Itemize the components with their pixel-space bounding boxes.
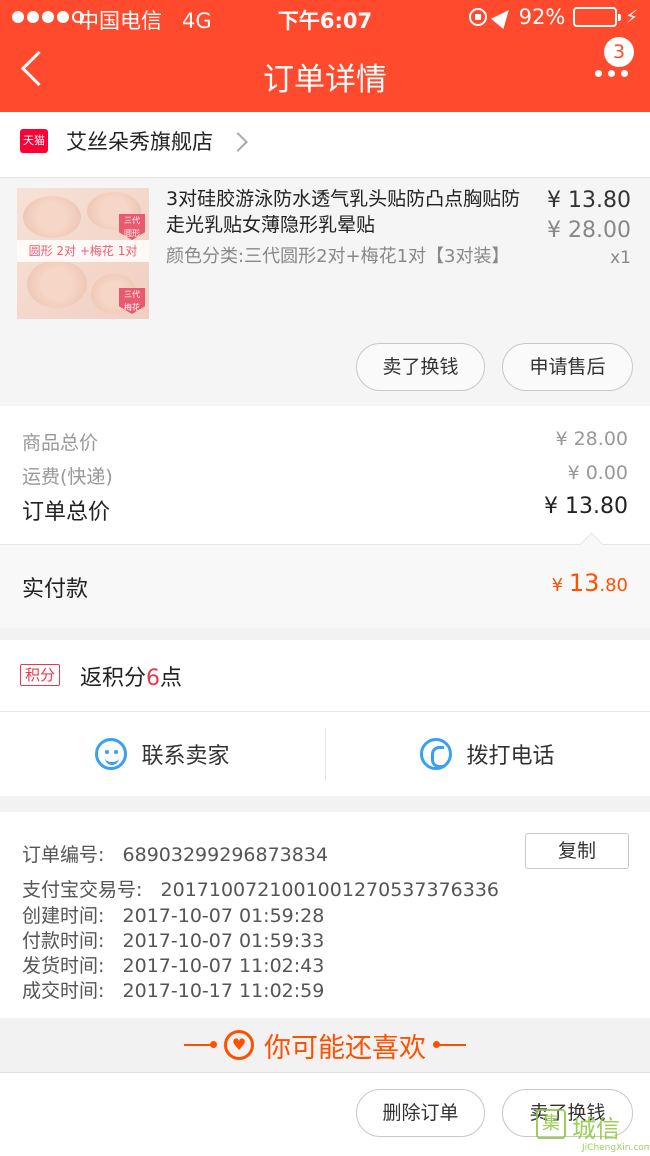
call-button[interactable]: 拨打电话 [325, 712, 650, 796]
points-text: 返积分6点 [80, 666, 183, 691]
order-no-label: 订单编号: [22, 844, 105, 866]
bottom-action-bar: 删除订单 卖了换钱 集 城信 JiChengXin.com [0, 1072, 650, 1156]
paid-amount: ¥ 13.80 [551, 569, 628, 597]
phone-icon [420, 738, 453, 770]
watermark: 集 城信 JiChengXin.com [536, 1107, 650, 1153]
points-tag: 积分 [20, 664, 61, 686]
contact-seller-button[interactable]: 联系卖家 [0, 712, 325, 796]
created-label: 创建时间: [22, 905, 105, 927]
order-total-value: ¥ 13.80 [544, 494, 628, 519]
status-bar: 中国电信 4G 下午6:07 92% ⚡ [0, 0, 650, 36]
order-no: 68903299296873834 [122, 844, 329, 866]
completed-time: 2017-10-17 11:02:59 [122, 980, 325, 1002]
product-price: ¥ 13.80 [547, 188, 631, 213]
shipped-label: 发货时间: [22, 955, 105, 977]
message-badge: 3 [604, 37, 634, 67]
product-image-tag: 三代 圆形 [119, 214, 145, 240]
delete-order-button[interactable]: 删除订单 [356, 1089, 485, 1137]
alipay-label: 支付宝交易号: [22, 879, 143, 901]
product-quantity: x1 [610, 248, 631, 268]
chat-icon [95, 738, 128, 770]
items-total-label: 商品总价 [22, 432, 99, 454]
decor-line [184, 1041, 217, 1048]
call-label: 拨打电话 [466, 744, 555, 769]
contact-row: 联系卖家 拨打电话 [0, 712, 650, 796]
shop-name: 艾丝朵秀旗舰店 [66, 130, 213, 154]
points-row: 积分 返积分6点 [0, 640, 650, 712]
charging-icon: ⚡ [625, 6, 638, 28]
sell-button[interactable]: 卖了换钱 [356, 343, 485, 391]
after-sale-button[interactable]: 申请售后 [502, 343, 633, 391]
recommend-title: 你可能还喜欢 [264, 1032, 426, 1064]
price-summary: 商品总价 ¥ 28.00 运费(快递) ¥ 0.00 订单总价 ¥ 13.80 实付款… [0, 406, 650, 628]
product-item[interactable]: 圆形 2对 +梅花 1对 三代 圆形 三代 梅花 3对硅胶游泳防水透气乳头贴防凸点胸… [0, 178, 650, 406]
page-title: 订单详情 [263, 62, 387, 98]
rotation-lock-icon [468, 8, 487, 26]
watermark-logo-icon: 集 [536, 1109, 566, 1139]
product-spec: 颜色分类:三代圆形2对+梅花1对【3对装】 [166, 246, 510, 267]
battery-icon [573, 7, 622, 27]
watermark-text: 城信 [572, 1115, 620, 1143]
created-time: 2017-10-07 01:59:28 [122, 905, 325, 927]
paid-row: 实付款 ¥ 13.80 [0, 544, 650, 628]
chevron-right-icon [228, 132, 248, 152]
shop-row[interactable]: 天猫 艾丝朵秀旗舰店 [0, 112, 650, 178]
product-title: 3对硅胶游泳防水透气乳头贴防凸点胸贴防走光乳贴女薄隐形乳晕贴 [166, 188, 521, 236]
paid-time: 2017-10-07 01:59:33 [122, 930, 325, 952]
copy-button[interactable]: 复制 [525, 833, 629, 869]
watermark-url: JiChengXin.com [582, 1143, 650, 1153]
battery-percent: 92% [518, 5, 566, 29]
product-image-band: 圆形 2对 +梅花 1对 [17, 240, 149, 262]
decor-line [433, 1041, 466, 1048]
contact-seller-label: 联系卖家 [141, 744, 230, 769]
heart-icon: ♥ [224, 1030, 254, 1060]
tmall-icon: 天猫 [20, 129, 48, 153]
product-image[interactable]: 圆形 2对 +梅花 1对 三代 圆形 三代 梅花 [17, 188, 149, 319]
paid-time-label: 付款时间: [22, 930, 105, 952]
items-total-value: ¥ 28.00 [555, 428, 628, 450]
more-icon[interactable] [595, 70, 628, 77]
completed-label: 成交时间: [22, 980, 105, 1002]
shipped-time: 2017-10-07 11:02:43 [122, 955, 325, 977]
paid-label: 实付款 [22, 577, 89, 602]
order-total-label: 订单总价 [22, 500, 111, 525]
location-icon [490, 4, 515, 30]
product-original-price: ¥ 28.00 [547, 218, 631, 243]
alipay-no: 2017100721001001270537376336 [160, 879, 500, 901]
order-info: 订单编号: 68903299296873834 复制 支付宝交易号: 20171… [0, 812, 650, 1018]
shipping-label: 运费(快递) [22, 466, 113, 488]
recommend-header: ♥ 你可能还喜欢 [0, 1018, 650, 1072]
header: 中国电信 4G 下午6:07 92% ⚡ 订单详情 3 [0, 0, 650, 112]
shipping-value: ¥ 0.00 [567, 462, 628, 484]
